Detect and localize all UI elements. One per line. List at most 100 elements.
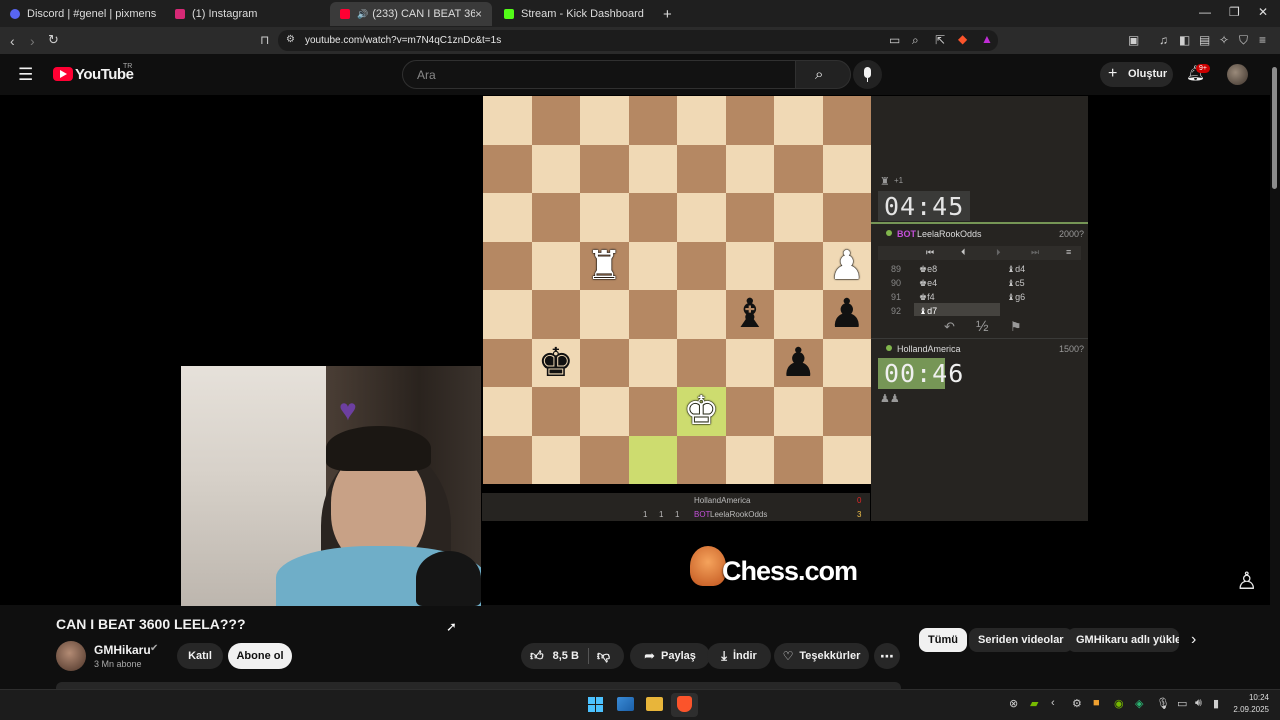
chip-uploader[interactable]: GMHikaru adlı yükleyiciden [1067, 628, 1179, 652]
board-square[interactable] [531, 96, 580, 145]
channel-watermark-icon[interactable]: ♙ [1236, 567, 1258, 596]
wallet-icon[interactable]: ▤ [1199, 34, 1210, 46]
new-tab-button[interactable]: + [659, 2, 681, 26]
black-bishop-icon[interactable]: ♝ [726, 290, 775, 339]
tab-youtube-video[interactable]: 🔊 (233) CAN I BEAT 3600 LEELA × [330, 2, 492, 26]
white-king-icon[interactable]: ♚ [677, 387, 726, 436]
screen-icon[interactable]: ▭ [889, 34, 900, 46]
board-square[interactable] [677, 290, 726, 339]
board-square[interactable] [483, 290, 532, 339]
black-king-icon[interactable]: ♚ [532, 339, 581, 388]
white-rook-icon[interactable]: ♜ [580, 242, 629, 291]
widgets-icon[interactable] [617, 697, 634, 711]
board-square[interactable] [822, 96, 871, 145]
board-square[interactable] [531, 435, 580, 484]
board-square[interactable] [725, 338, 774, 387]
board-square[interactable]: ♟ [822, 290, 871, 339]
board-square[interactable] [483, 144, 532, 193]
board-square[interactable] [677, 96, 726, 145]
thanks-button[interactable]: ♡ Teşekkürler [774, 643, 869, 669]
move-black[interactable]: ♝c5 [1007, 278, 1025, 289]
chip-series[interactable]: Seriden videolar [969, 628, 1073, 652]
tab-instagram[interactable]: (1) Instagram [165, 2, 330, 26]
settings-tray-icon[interactable]: ⚙ [1072, 697, 1082, 710]
board-square[interactable] [774, 96, 823, 145]
board-square[interactable] [580, 144, 629, 193]
search-input[interactable]: Ara [402, 60, 796, 89]
board-square[interactable] [628, 290, 677, 339]
hamburger-icon[interactable]: ☰ [18, 66, 33, 83]
windows-start-icon[interactable] [588, 697, 603, 712]
board-square[interactable] [725, 387, 774, 436]
subscribe-button[interactable]: Abone ol [228, 643, 292, 669]
channel-avatar[interactable] [56, 641, 86, 671]
bookmark-icon[interactable]: ⊓ [260, 34, 269, 46]
board-square[interactable] [580, 387, 629, 436]
move-black[interactable]: ♝g6 [1007, 292, 1025, 303]
nvidia-icon[interactable]: ▰ [1030, 697, 1038, 710]
youtube-logo-icon[interactable] [53, 67, 73, 81]
brave-shield-icon[interactable]: ◆ [958, 33, 967, 45]
board-square[interactable]: ♟ [774, 338, 823, 387]
network-icon[interactable]: ▭ [1177, 697, 1187, 710]
move-white[interactable]: ♚f4 [919, 292, 935, 303]
brave-browser-icon[interactable] [677, 696, 692, 712]
board-square[interactable] [580, 193, 629, 242]
leo-icon[interactable]: ✧ [1219, 34, 1229, 46]
chips-next-icon[interactable]: › [1191, 631, 1196, 649]
board-square[interactable] [725, 144, 774, 193]
site-info-icon[interactable]: ⚙ [286, 35, 295, 45]
vpn-icon[interactable]: ⛉ [1239, 34, 1248, 46]
board-square[interactable] [531, 241, 580, 290]
back-icon[interactable]: ‹ [10, 34, 15, 48]
sidebar-icon[interactable]: ◧ [1179, 34, 1190, 46]
board-square[interactable] [822, 387, 871, 436]
brave-rewards-icon[interactable]: ▲ [981, 33, 993, 45]
board-square[interactable] [628, 435, 677, 484]
create-button[interactable]: + Oluştur [1100, 62, 1173, 87]
board-square[interactable] [628, 338, 677, 387]
account-avatar[interactable] [1227, 64, 1248, 85]
board-square[interactable] [822, 435, 871, 484]
board-square[interactable] [774, 387, 823, 436]
first-move-icon[interactable]: ⏮ [926, 247, 934, 258]
download-button[interactable]: ⤓ İndir [707, 643, 771, 669]
board-square[interactable] [483, 338, 532, 387]
board-square[interactable] [822, 338, 871, 387]
file-explorer-icon[interactable] [646, 697, 663, 711]
clock-date[interactable]: 2.09.2025 [1226, 705, 1269, 714]
board-square[interactable] [774, 435, 823, 484]
join-button[interactable]: Katıl [177, 643, 223, 669]
tab-discord[interactable]: Discord | #genel | pixmens [0, 2, 165, 26]
board-square[interactable] [628, 96, 677, 145]
share-page-icon[interactable]: ⇱ [935, 34, 945, 46]
board-square[interactable] [774, 144, 823, 193]
offer-draw-button[interactable]: ½ [976, 318, 989, 335]
board-square[interactable] [531, 387, 580, 436]
tray-app-icon[interactable]: ⊗ [1009, 697, 1018, 710]
board-square[interactable] [822, 144, 871, 193]
description-box[interactable] [56, 682, 901, 689]
board-square[interactable] [531, 144, 580, 193]
board-square[interactable] [628, 193, 677, 242]
battery-icon[interactable]: ▮ [1213, 697, 1219, 710]
music-icon[interactable]: ♫ [1159, 34, 1168, 46]
board-square[interactable]: ♚ [531, 338, 581, 388]
board-square[interactable] [531, 193, 580, 242]
board-square[interactable] [677, 144, 726, 193]
board-square[interactable] [677, 193, 726, 242]
board-square[interactable] [725, 435, 774, 484]
menu-icon[interactable]: ≡ [1259, 34, 1266, 46]
reload-icon[interactable]: ↻ [48, 33, 59, 46]
tab-kick-dashboard[interactable]: Stream - Kick Dashboard [494, 2, 684, 26]
dislike-icon[interactable]: 👎︎ [597, 648, 610, 664]
microphone-tray-icon[interactable]: 🎙︎ [1156, 697, 1170, 710]
tray-app2-icon[interactable]: ■ [1093, 697, 1100, 709]
board-square[interactable]: ♚ [677, 387, 726, 436]
like-icon[interactable]: 👍︎ [530, 648, 544, 664]
board-square[interactable] [483, 193, 532, 242]
resign-flag-icon[interactable]: ⚑ [1010, 319, 1022, 335]
close-tab-icon[interactable]: × [475, 7, 482, 21]
share-button[interactable]: ➦ Paylaş [630, 643, 710, 669]
move-black[interactable]: ♝d4 [1007, 264, 1025, 275]
